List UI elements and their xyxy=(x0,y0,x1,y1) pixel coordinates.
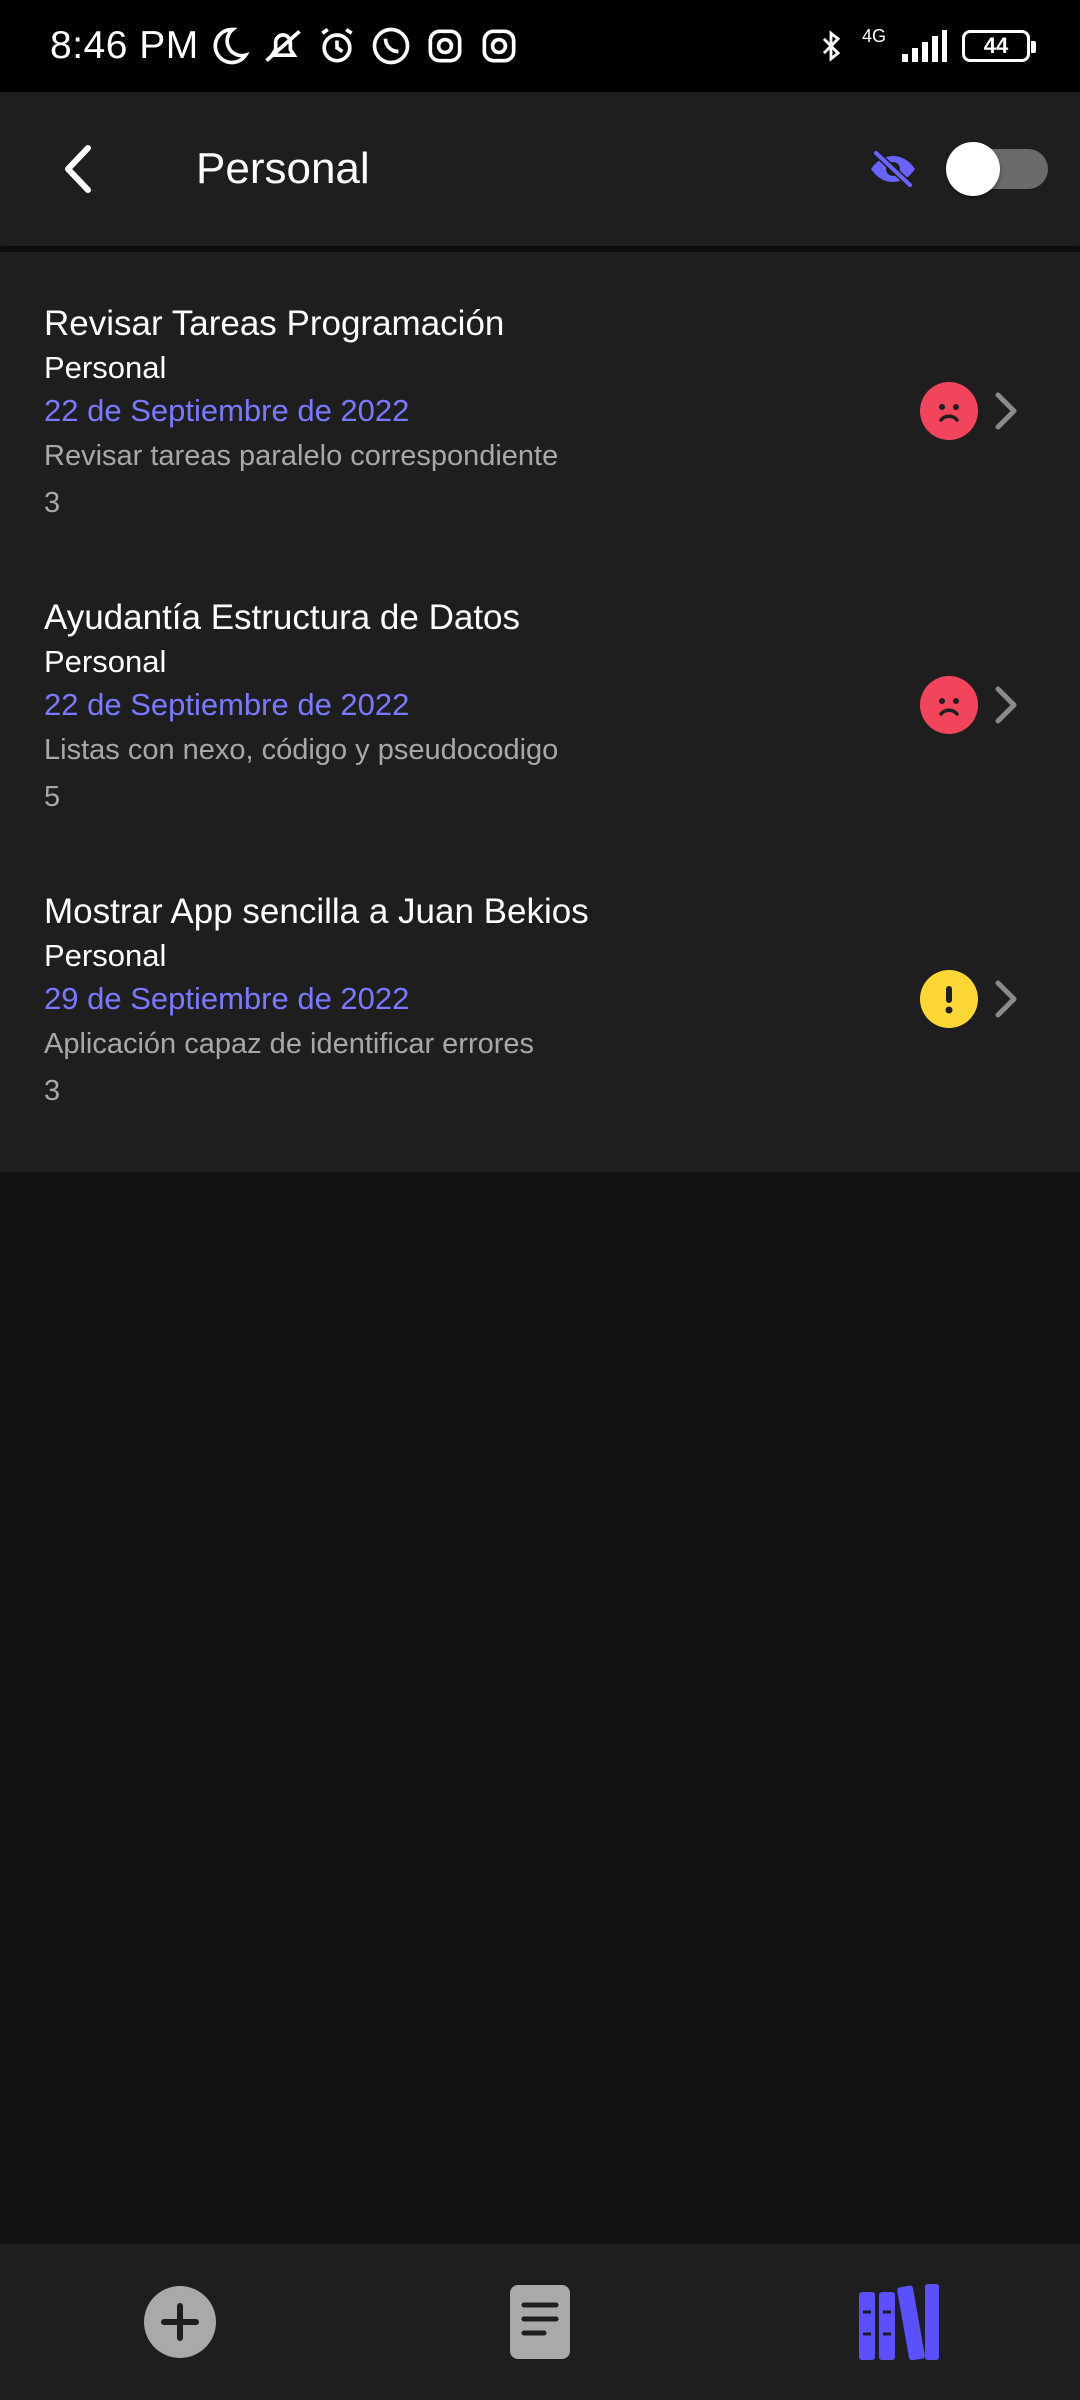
signal-icon xyxy=(902,30,947,62)
task-description: Revisar tareas paralelo correspondiente xyxy=(44,440,559,472)
page-title: Personal xyxy=(196,144,370,193)
notes-button[interactable] xyxy=(490,2272,590,2372)
task-item[interactable]: Ayudantía Estructura de Datos Personal 2… xyxy=(0,546,1080,840)
mute-icon xyxy=(265,29,301,63)
back-arrow-icon xyxy=(65,145,91,193)
task-title: Mostrar App sencilla a Juan Bekios xyxy=(44,892,589,931)
switch-knob xyxy=(946,142,1000,196)
network-type: 4G xyxy=(861,25,886,46)
whatsapp-icon xyxy=(372,27,410,65)
task-category: Personal xyxy=(44,350,167,385)
bluetooth-icon xyxy=(822,30,841,62)
status-bar: 8:46 PM 4G 44 xyxy=(0,0,1080,92)
show-hidden-switch[interactable] xyxy=(946,142,1048,196)
notes-icon xyxy=(510,2285,570,2359)
alarm-icon xyxy=(321,27,353,63)
task-description: Listas con nexo, código y pseudocodigo xyxy=(44,734,559,766)
task-description: Aplicación capaz de identificar errores xyxy=(44,1028,535,1060)
library-icon xyxy=(859,2284,939,2361)
back-button[interactable] xyxy=(38,129,118,209)
library-button[interactable] xyxy=(850,2272,950,2372)
app-bar: Personal xyxy=(0,92,1080,246)
task-number: 3 xyxy=(44,487,61,519)
bottom-navigation xyxy=(0,2244,1080,2400)
eye-off-icon xyxy=(871,150,915,188)
instagram-icon xyxy=(482,29,516,63)
task-item[interactable]: Revisar Tareas Programación Personal 22 … xyxy=(0,252,1080,546)
chevron-right-icon xyxy=(995,392,1017,430)
task-list: Revisar Tareas Programación Personal 22 … xyxy=(0,252,1080,1172)
sad-face-icon xyxy=(920,382,978,440)
task-number: 5 xyxy=(44,781,61,813)
chevron-right-icon xyxy=(995,980,1017,1018)
task-title: Ayudantía Estructura de Datos xyxy=(44,598,521,637)
task-item[interactable]: Mostrar App sencilla a Juan Bekios Perso… xyxy=(0,840,1080,1134)
instagram-icon xyxy=(428,29,462,63)
warning-icon xyxy=(920,970,978,1028)
task-category: Personal xyxy=(44,938,167,973)
task-number: 3 xyxy=(44,1075,61,1107)
task-category: Personal xyxy=(44,644,167,679)
task-title: Revisar Tareas Programación xyxy=(44,304,505,343)
add-button[interactable] xyxy=(130,2272,230,2372)
battery-level: 44 xyxy=(983,33,1009,58)
moon-icon xyxy=(213,27,250,65)
add-icon xyxy=(144,2286,216,2358)
sad-face-icon xyxy=(920,676,978,734)
status-time: 8:46 PM xyxy=(50,24,199,67)
battery-icon: 44 xyxy=(962,30,1036,62)
chevron-right-icon xyxy=(995,686,1017,724)
visibility-toggle-button[interactable] xyxy=(858,134,928,204)
